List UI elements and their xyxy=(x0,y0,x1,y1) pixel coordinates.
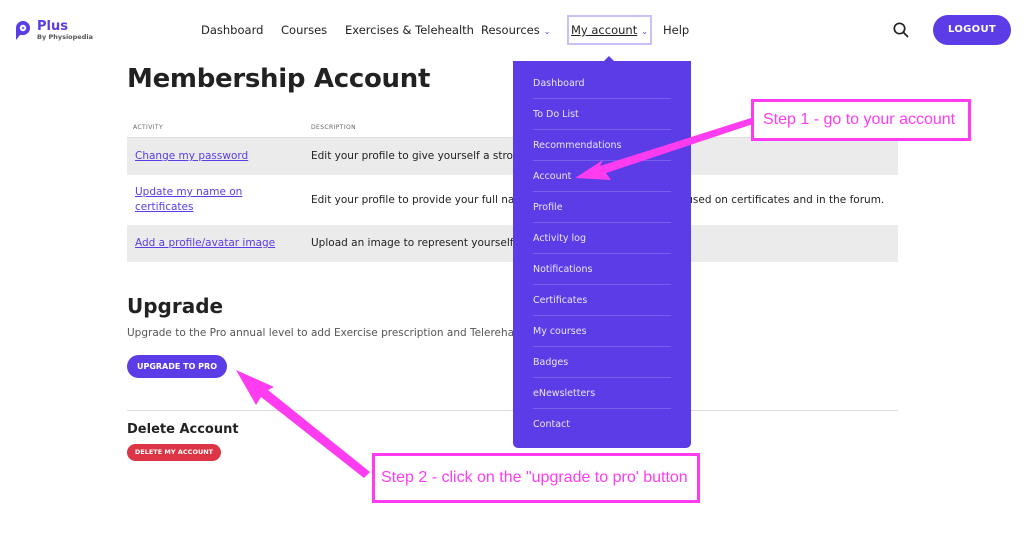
chevron-down-icon: ⌄ xyxy=(641,27,648,36)
dropdown-item-dashboard[interactable]: Dashboard xyxy=(533,68,671,99)
delete-account-heading: Delete Account xyxy=(127,422,239,437)
nav-resources-label: Resources xyxy=(481,23,540,37)
change-password-link[interactable]: Change my password xyxy=(135,150,248,162)
dropdown-item-profile[interactable]: Profile xyxy=(533,192,671,223)
search-icon[interactable] xyxy=(892,21,910,39)
nav-help[interactable]: Help xyxy=(663,20,689,40)
chevron-down-icon: ⌄ xyxy=(543,27,551,36)
dropdown-item-certificates[interactable]: Certificates xyxy=(533,285,671,316)
dropdown-item-my-courses[interactable]: My courses xyxy=(533,316,671,347)
dropdown-item-badges[interactable]: Badges xyxy=(533,347,671,378)
annotation-step2: Step 2 - click on the "upgrade to pro' b… xyxy=(372,453,700,503)
upgrade-description: Upgrade to the Pro annual level to add E… xyxy=(127,327,527,339)
dropdown-item-recommendations[interactable]: Recommendations xyxy=(533,130,671,161)
nav-my-account[interactable]: My account ⌄ xyxy=(567,15,652,45)
brand-subtitle: By Physiopedia xyxy=(37,32,93,41)
dropdown-item-account[interactable]: Account xyxy=(533,161,671,192)
nav-exercises-label: Exercises & Telehealth xyxy=(345,23,474,37)
nav-courses-label: Courses xyxy=(281,23,328,37)
dropdown-item-enewsletters[interactable]: eNewsletters xyxy=(533,378,671,409)
nav-my-account-label: My account xyxy=(571,23,638,37)
my-account-dropdown: Dashboard To Do List Recommendations Acc… xyxy=(513,56,691,448)
brand-logo[interactable]: Plus By Physiopedia xyxy=(14,19,93,41)
update-name-link[interactable]: Update my name on certificates xyxy=(135,185,255,215)
dropdown-item-todo-list[interactable]: To Do List xyxy=(533,99,671,130)
dropdown-item-contact[interactable]: Contact xyxy=(533,409,671,440)
dropdown-item-activity-log[interactable]: Activity log xyxy=(533,223,671,254)
dropdown-item-notifications[interactable]: Notifications xyxy=(533,254,671,285)
nav-resources[interactable]: Resources ⌄ xyxy=(481,20,550,40)
nav-dashboard-label: Dashboard xyxy=(201,23,264,37)
upgrade-heading: Upgrade xyxy=(127,294,224,318)
logout-button[interactable]: LOGOUT xyxy=(933,15,1011,45)
nav-dashboard[interactable]: Dashboard xyxy=(201,20,263,40)
nav-courses[interactable]: Courses xyxy=(281,20,327,40)
page-title: Membership Account xyxy=(127,64,431,94)
arrow-step2 xyxy=(236,370,370,478)
dropdown-caret xyxy=(604,56,614,61)
logo-icon xyxy=(14,19,32,41)
delete-account-button[interactable]: DELETE MY ACCOUNT xyxy=(127,444,221,461)
annotation-step1: Step 1 - go to your account xyxy=(751,99,971,141)
upgrade-to-pro-button[interactable]: UPGRADE TO PRO xyxy=(127,355,227,378)
nav-help-label: Help xyxy=(663,23,690,37)
nav-exercises-telehealth[interactable]: Exercises & Telehealth xyxy=(345,20,474,40)
column-header-activity: ACTIVITY xyxy=(133,124,164,131)
brand-title: Plus xyxy=(37,18,68,34)
site-header: Plus By Physiopedia Dashboard Courses Ex… xyxy=(0,0,1024,60)
column-header-description: DESCRIPTION xyxy=(311,124,357,131)
add-avatar-link[interactable]: Add a profile/avatar image xyxy=(135,237,275,249)
